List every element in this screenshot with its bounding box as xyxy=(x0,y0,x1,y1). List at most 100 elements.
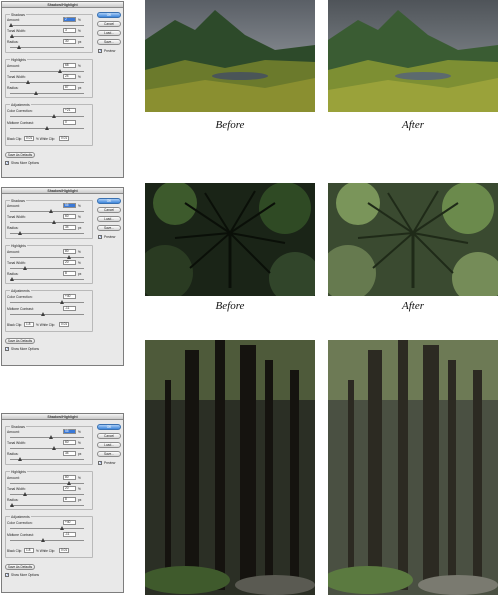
color-correction-slider[interactable] xyxy=(10,526,84,530)
ok-button[interactable]: OK xyxy=(97,198,121,204)
highlights-radius-field[interactable]: 87 xyxy=(63,85,76,90)
slider-thumb[interactable] xyxy=(48,209,53,213)
ok-button[interactable]: OK xyxy=(97,424,121,430)
highlights-radius-slider[interactable] xyxy=(10,503,84,507)
slider-thumb[interactable] xyxy=(52,114,57,118)
midtone-contrast-field[interactable]: 0 xyxy=(63,120,76,125)
slider-thumb[interactable] xyxy=(59,300,64,304)
shadows-radius-slider[interactable] xyxy=(10,45,84,49)
save-button[interactable]: Save... xyxy=(97,39,121,45)
shadows-tonal-width-slider[interactable] xyxy=(10,34,84,38)
white-clip-field[interactable]: 0.01 xyxy=(59,136,69,141)
save-defaults-button[interactable]: Save As Defaults xyxy=(5,152,35,158)
highlights-tonal-width-slider[interactable] xyxy=(10,80,84,84)
shadows-amount-slider[interactable] xyxy=(9,23,84,27)
highlights-tonal-width-field[interactable]: 20 xyxy=(63,260,76,265)
highlights-amount-field[interactable]: 80 xyxy=(63,475,76,480)
slider-thumb[interactable] xyxy=(67,481,72,485)
slider-thumb[interactable] xyxy=(41,538,46,542)
highlights-tonal-width-unit: % xyxy=(78,261,81,265)
save-button[interactable]: Save... xyxy=(97,225,121,231)
shadows-tonal-width-slider[interactable] xyxy=(10,220,84,224)
highlights-tonal-width-field[interactable]: 20 xyxy=(63,486,76,491)
highlights-amount-slider[interactable] xyxy=(10,255,84,259)
shadows-amount-slider[interactable] xyxy=(10,435,84,439)
shadows-radius-field[interactable]: 34 xyxy=(63,225,76,230)
slider-thumb[interactable] xyxy=(41,312,46,316)
load-button[interactable]: Load... xyxy=(97,30,121,36)
load-button[interactable]: Load... xyxy=(97,442,121,448)
black-clip-field[interactable]: 1.8 xyxy=(24,548,34,553)
color-correction-field[interactable]: +40 xyxy=(63,294,76,299)
shadows-tonal-width-field[interactable]: 60 xyxy=(63,214,76,219)
shadows-amount-field[interactable]: 2 xyxy=(63,17,76,22)
cancel-button[interactable]: Cancel xyxy=(97,433,121,439)
midtone-contrast-slider[interactable] xyxy=(10,126,84,130)
midtone-contrast-slider[interactable] xyxy=(10,538,84,542)
preview-checkbox[interactable]: ✓ xyxy=(98,49,102,53)
color-correction-field[interactable]: +21 xyxy=(63,108,76,113)
highlights-radius-field[interactable]: 8 xyxy=(63,271,76,276)
shadows-amount-slider[interactable] xyxy=(10,209,84,213)
highlights-amount-slider[interactable] xyxy=(10,481,84,485)
slider-thumb[interactable] xyxy=(18,231,23,235)
highlights-radius-field[interactable]: 8 xyxy=(63,497,76,502)
slider-thumb[interactable] xyxy=(59,526,64,530)
highlights-tonal-width-field[interactable]: 24 xyxy=(63,74,76,79)
slider-thumb[interactable] xyxy=(33,91,38,95)
cancel-button[interactable]: Cancel xyxy=(97,21,121,27)
slider-thumb[interactable] xyxy=(45,126,49,130)
black-clip-field[interactable]: 1.8 xyxy=(24,322,34,327)
shadows-radius-field[interactable]: 30 xyxy=(63,39,76,44)
shadows-tonal-width-field[interactable]: 60 xyxy=(63,440,76,445)
highlights-amount-field[interactable]: 68 xyxy=(63,63,76,68)
shadows-tonal-width-field[interactable]: 3 xyxy=(63,28,76,33)
load-button[interactable]: Load... xyxy=(97,216,121,222)
highlights-amount-field[interactable]: 80 xyxy=(63,249,76,254)
shadows-amount-field[interactable]: 55 xyxy=(63,203,76,208)
shadows-radius-field[interactable]: 34 xyxy=(63,451,76,456)
slider-thumb[interactable] xyxy=(18,457,23,461)
slider-thumb[interactable] xyxy=(58,69,63,73)
shadows-tonal-width-slider[interactable] xyxy=(10,446,84,450)
color-correction-slider[interactable] xyxy=(10,114,84,118)
preview-checkbox[interactable]: ✓ xyxy=(98,235,102,239)
slider-thumb[interactable] xyxy=(10,277,15,281)
slider-thumb[interactable] xyxy=(52,220,57,224)
shadows-radius-slider[interactable] xyxy=(10,457,84,461)
ok-button[interactable]: OK xyxy=(97,12,121,18)
slider-thumb[interactable] xyxy=(22,266,27,270)
save-button[interactable]: Save... xyxy=(97,451,121,457)
highlights-radius-slider[interactable] xyxy=(10,91,84,95)
highlights-tonal-width-slider[interactable] xyxy=(10,492,84,496)
show-more-options-checkbox[interactable]: ✓ xyxy=(5,347,9,351)
shadows-amount-field[interactable]: 55 xyxy=(63,429,76,434)
show-more-options-checkbox[interactable]: ✓ xyxy=(5,161,9,165)
slider-thumb[interactable] xyxy=(10,503,15,507)
slider-thumb[interactable] xyxy=(25,80,30,84)
slider-thumb[interactable] xyxy=(48,435,53,439)
color-correction-slider[interactable] xyxy=(10,300,84,304)
slider-thumb[interactable] xyxy=(22,492,27,496)
slider-thumb[interactable] xyxy=(16,45,21,49)
color-correction-field[interactable]: +40 xyxy=(63,520,76,525)
slider-thumb[interactable] xyxy=(52,446,57,450)
slider-thumb[interactable] xyxy=(67,255,72,259)
preview-checkbox[interactable]: ✓ xyxy=(98,461,102,465)
midtone-contrast-field[interactable]: -11 xyxy=(63,532,76,537)
cancel-button[interactable]: Cancel xyxy=(97,207,121,213)
slider-thumb[interactable] xyxy=(10,34,15,38)
midtone-contrast-field[interactable]: -11 xyxy=(63,306,76,311)
save-defaults-button[interactable]: Save As Defaults xyxy=(5,564,35,570)
white-clip-field[interactable]: 0.01 xyxy=(59,548,69,553)
midtone-contrast-slider[interactable] xyxy=(10,312,84,316)
save-defaults-button[interactable]: Save As Defaults xyxy=(5,338,35,344)
slider-thumb[interactable] xyxy=(9,23,14,27)
highlights-radius-slider[interactable] xyxy=(10,277,84,281)
white-clip-field[interactable]: 0.01 xyxy=(59,322,69,327)
highlights-tonal-width-slider[interactable] xyxy=(10,266,84,270)
highlights-amount-slider[interactable] xyxy=(10,69,84,73)
black-clip-field[interactable]: 0.01 xyxy=(24,136,34,141)
show-more-options-checkbox[interactable]: ✓ xyxy=(5,573,9,577)
shadows-radius-slider[interactable] xyxy=(10,231,84,235)
